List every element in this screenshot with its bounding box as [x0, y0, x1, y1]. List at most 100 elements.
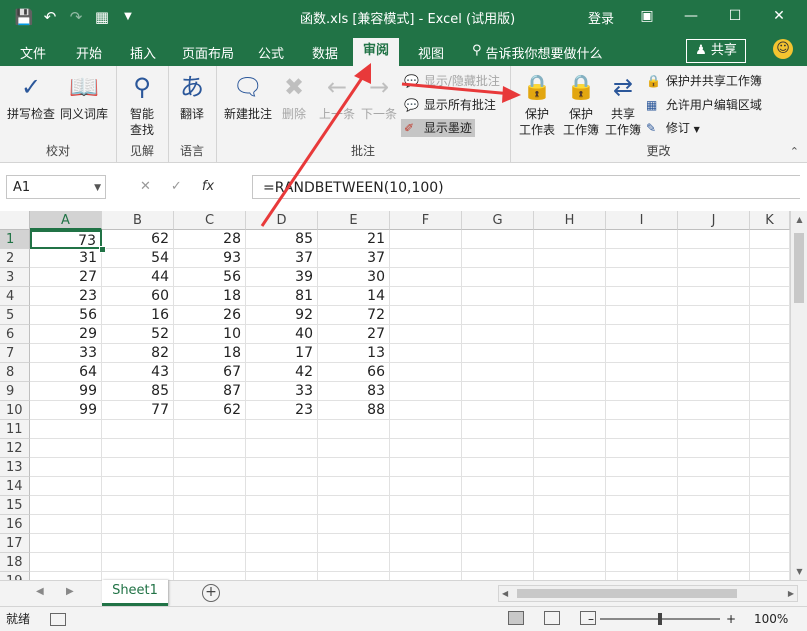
column-header-b[interactable]: B — [102, 211, 174, 230]
row-header[interactable]: 7 — [0, 344, 30, 363]
table-cell[interactable] — [462, 230, 534, 249]
smart-lookup-button[interactable]: ⚲ 智能 查找 — [124, 72, 160, 138]
table-cell[interactable] — [534, 572, 606, 580]
table-cell[interactable]: 93 — [174, 249, 246, 268]
tab-home[interactable]: 开始 — [76, 43, 102, 62]
table-cell[interactable] — [462, 325, 534, 344]
customize-qat-icon[interactable]: ▼ — [118, 6, 138, 28]
maximize-icon[interactable]: ☐ — [713, 4, 757, 28]
table-cell[interactable] — [30, 458, 102, 477]
table-cell[interactable] — [750, 268, 790, 287]
table-cell[interactable] — [606, 268, 678, 287]
table-cell[interactable] — [534, 344, 606, 363]
table-cell[interactable] — [30, 572, 102, 580]
table-cell[interactable] — [174, 458, 246, 477]
table-cell[interactable]: 52 — [102, 325, 174, 344]
table-cell[interactable] — [462, 268, 534, 287]
table-cell[interactable] — [318, 477, 390, 496]
column-header-d[interactable]: D — [246, 211, 318, 230]
table-cell[interactable]: 14 — [318, 287, 390, 306]
table-cell[interactable] — [30, 553, 102, 572]
share-button[interactable]: ♟ 共享 — [686, 39, 746, 63]
sheet-prev-icon[interactable]: ◀ — [36, 586, 44, 597]
table-cell[interactable] — [246, 496, 318, 515]
table-cell[interactable] — [678, 382, 750, 401]
share-workbook-button[interactable]: ⇄ 共享 工作簿 — [602, 72, 644, 138]
table-cell[interactable] — [462, 363, 534, 382]
scroll-up-icon[interactable]: ▲ — [791, 211, 807, 228]
table-cell[interactable] — [534, 534, 606, 553]
table-cell[interactable] — [606, 249, 678, 268]
protect-workbook-button[interactable]: 🔒 保护 工作簿 — [560, 72, 602, 138]
table-cell[interactable]: 83 — [318, 382, 390, 401]
table-cell[interactable] — [606, 439, 678, 458]
delete-comment-button[interactable]: ✖ 删除 — [276, 72, 312, 122]
row-header[interactable]: 1 — [0, 230, 30, 249]
previous-comment-button[interactable]: ← 上一条 — [316, 72, 358, 122]
table-cell[interactable]: 44 — [102, 268, 174, 287]
feedback-smiley-icon[interactable]: ☺ — [773, 39, 793, 59]
tab-review[interactable]: 审阅 — [353, 38, 400, 66]
table-cell[interactable] — [678, 363, 750, 382]
table-cell[interactable] — [678, 287, 750, 306]
undo-icon[interactable]: ↶ — [40, 6, 60, 28]
table-cell[interactable] — [390, 382, 462, 401]
column-header-a[interactable]: A — [30, 211, 102, 230]
table-cell[interactable] — [30, 496, 102, 515]
table-cell[interactable]: 23 — [246, 401, 318, 420]
tab-view[interactable]: 视图 — [418, 43, 444, 62]
row-header[interactable]: 17 — [0, 534, 30, 553]
table-cell[interactable] — [678, 401, 750, 420]
table-cell[interactable]: 66 — [318, 363, 390, 382]
table-cell[interactable] — [534, 458, 606, 477]
table-cell[interactable] — [606, 496, 678, 515]
table-cell[interactable] — [462, 287, 534, 306]
table-cell[interactable] — [318, 420, 390, 439]
allow-edit-ranges-button[interactable]: ▦ 允许用户编辑区域 — [646, 96, 762, 114]
table-cell[interactable] — [534, 325, 606, 344]
table-cell[interactable]: 27 — [30, 268, 102, 287]
table-cell[interactable] — [174, 439, 246, 458]
table-cell[interactable] — [678, 230, 750, 249]
table-cell[interactable]: 28 — [174, 230, 246, 249]
table-cell[interactable] — [678, 477, 750, 496]
table-cell[interactable] — [318, 572, 390, 580]
table-cell[interactable]: 26 — [174, 306, 246, 325]
table-cell[interactable] — [678, 572, 750, 580]
table-cell[interactable] — [606, 306, 678, 325]
table-cell[interactable] — [750, 382, 790, 401]
table-cell[interactable] — [750, 325, 790, 344]
table-cell[interactable]: 85 — [246, 230, 318, 249]
protect-sheet-button[interactable]: 🔒 保护 工作表 — [516, 72, 558, 138]
table-cell[interactable] — [534, 515, 606, 534]
table-cell[interactable] — [606, 534, 678, 553]
table-cell[interactable]: 92 — [246, 306, 318, 325]
table-cell[interactable] — [678, 534, 750, 553]
table-cell[interactable] — [606, 572, 678, 580]
table-cell[interactable] — [390, 458, 462, 477]
table-cell[interactable] — [390, 325, 462, 344]
table-cell[interactable] — [462, 553, 534, 572]
table-cell[interactable] — [318, 515, 390, 534]
ribbon-display-options-icon[interactable]: ▣ — [625, 4, 669, 28]
table-cell[interactable]: 30 — [318, 268, 390, 287]
table-cell[interactable] — [174, 420, 246, 439]
table-cell[interactable]: 67 — [174, 363, 246, 382]
table-cell[interactable]: 37 — [318, 249, 390, 268]
table-cell[interactable] — [30, 477, 102, 496]
table-cell[interactable] — [462, 401, 534, 420]
table-cell[interactable] — [750, 344, 790, 363]
table-cell[interactable] — [606, 458, 678, 477]
tab-file[interactable]: 文件 — [20, 43, 46, 62]
table-cell[interactable] — [462, 420, 534, 439]
table-cell[interactable]: 56 — [30, 306, 102, 325]
table-cell[interactable] — [678, 553, 750, 572]
table-cell[interactable]: 40 — [246, 325, 318, 344]
table-cell[interactable] — [390, 439, 462, 458]
table-cell[interactable] — [606, 363, 678, 382]
login-link[interactable]: 登录 — [588, 8, 614, 27]
row-header[interactable]: 10 — [0, 401, 30, 420]
name-box[interactable]: A1 ▼ — [6, 175, 106, 199]
horizontal-scrollbar[interactable]: ◀ ▶ — [498, 585, 798, 602]
column-header-j[interactable]: J — [678, 211, 750, 230]
